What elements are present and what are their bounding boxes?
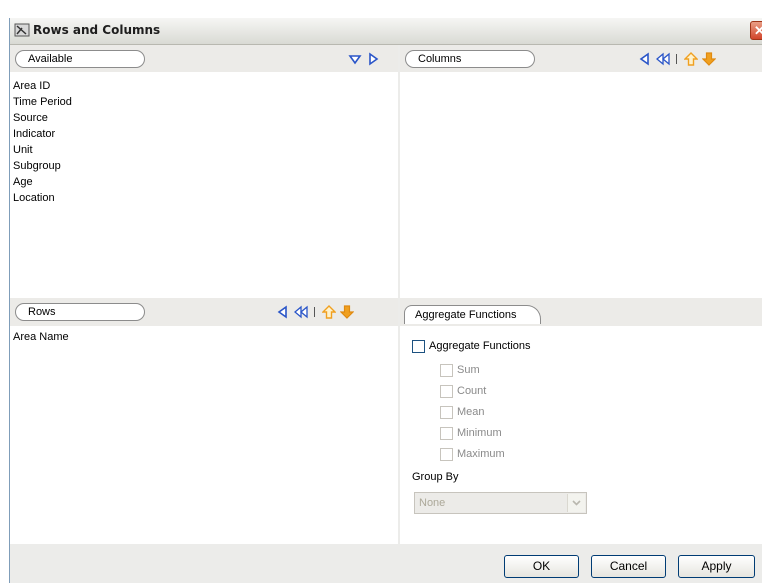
count-label: Count <box>457 385 487 397</box>
rows-list: Area Name <box>13 329 69 345</box>
app-icon <box>14 23 30 37</box>
available-label: Available <box>15 50 145 68</box>
aggregate-pane: Aggregate Functions Aggregate Functions … <box>400 298 762 544</box>
move-up-icon[interactable] <box>684 52 698 66</box>
columns-header: Columns <box>400 45 762 72</box>
move-right-icon[interactable] <box>366 52 380 66</box>
mean-checkbox[interactable] <box>440 406 453 419</box>
available-toolbar <box>344 51 380 67</box>
sum-label: Sum <box>457 364 480 376</box>
toolbar-separator <box>676 54 677 64</box>
rows-label: Rows <box>15 303 145 321</box>
columns-label: Columns <box>405 50 535 68</box>
mean-label: Mean <box>457 406 485 418</box>
move-down-icon[interactable] <box>348 52 362 66</box>
aggregate-functions-checkbox[interactable] <box>412 340 425 353</box>
rows-header: Rows <box>10 298 398 326</box>
tab-aggregate-functions[interactable]: Aggregate Functions <box>404 305 541 324</box>
move-left-icon[interactable] <box>638 52 652 66</box>
maximum-label: Maximum <box>457 448 505 460</box>
move-left-icon[interactable] <box>276 305 290 319</box>
rows-pane: Rows Area Name <box>10 298 398 544</box>
move-down-arrow-icon[interactable] <box>340 305 354 319</box>
chevron-down-icon[interactable] <box>567 494 585 512</box>
list-item[interactable]: Time Period <box>13 94 72 110</box>
apply-button[interactable]: Apply <box>678 555 755 578</box>
available-pane: Available Area ID Time Period Source Ind… <box>10 45 398 311</box>
minimum-checkbox[interactable] <box>440 427 453 440</box>
move-up-icon[interactable] <box>322 305 336 319</box>
title-bar[interactable]: Rows and Columns ✕ <box>10 18 762 45</box>
move-down-arrow-icon[interactable] <box>702 52 716 66</box>
move-all-left-icon[interactable] <box>294 305 308 319</box>
list-item[interactable]: Area ID <box>13 78 72 94</box>
count-checkbox[interactable] <box>440 385 453 398</box>
list-item[interactable]: Age <box>13 174 72 190</box>
close-button[interactable]: ✕ <box>750 21 762 40</box>
list-item[interactable]: Subgroup <box>13 158 72 174</box>
group-by-value: None <box>419 497 446 509</box>
rows-toolbar <box>272 304 354 320</box>
rows-and-columns-dialog: Rows and Columns ✕ Available Area ID Tim… <box>9 18 762 583</box>
cancel-button[interactable]: Cancel <box>591 555 666 578</box>
list-item[interactable]: Indicator <box>13 126 72 142</box>
move-all-left-icon[interactable] <box>656 52 670 66</box>
list-item[interactable]: Unit <box>13 142 72 158</box>
group-by-select[interactable]: None <box>414 492 587 514</box>
columns-pane: Columns <box>400 45 762 311</box>
list-item[interactable]: Location <box>13 190 72 206</box>
list-item[interactable]: Source <box>13 110 72 126</box>
minimum-label: Minimum <box>457 427 502 439</box>
group-by-label: Group By <box>412 471 459 483</box>
toolbar-separator <box>314 307 315 317</box>
columns-toolbar <box>634 51 716 67</box>
aggregate-header: Aggregate Functions <box>400 298 762 326</box>
list-item[interactable]: Area Name <box>13 329 69 345</box>
ok-button[interactable]: OK <box>504 555 579 578</box>
sum-checkbox[interactable] <box>440 364 453 377</box>
available-header: Available <box>10 45 398 72</box>
maximum-checkbox[interactable] <box>440 448 453 461</box>
dialog-title: Rows and Columns <box>33 23 161 37</box>
available-list: Area ID Time Period Source Indicator Uni… <box>13 78 72 206</box>
aggregate-functions-label: Aggregate Functions <box>429 340 531 352</box>
